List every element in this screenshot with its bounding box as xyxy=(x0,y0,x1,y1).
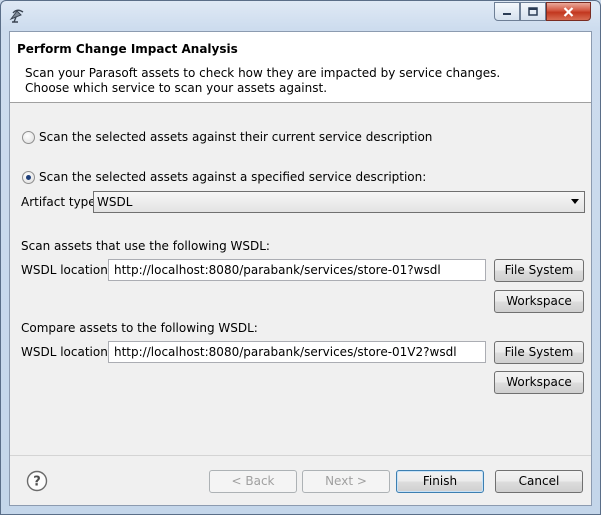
option-specified-label[interactable]: Scan the selected assets against a speci… xyxy=(39,170,426,184)
help-icon: ? xyxy=(26,470,48,495)
scan-wsdl-location-input[interactable]: http://localhost:8080/parabank/services/… xyxy=(108,259,486,281)
dialog-description: Scan your Parasoft assets to check how t… xyxy=(25,66,501,95)
footer-separator xyxy=(10,455,591,456)
compare-location-label: WSDL location: xyxy=(21,345,112,359)
scan-file-system-button[interactable]: File System xyxy=(494,259,584,282)
compare-workspace-button[interactable]: Workspace xyxy=(494,371,584,394)
artifact-type-select[interactable]: WSDL xyxy=(93,191,585,213)
next-button[interactable]: Next > xyxy=(302,470,390,493)
option-current-radio[interactable] xyxy=(22,130,35,144)
close-icon xyxy=(563,6,574,17)
scan-workspace-button[interactable]: Workspace xyxy=(494,290,584,313)
artifact-type-label: Artifact type: xyxy=(21,195,100,209)
title-bar[interactable] xyxy=(1,1,600,31)
option-current-row[interactable]: Scan the selected assets against their c… xyxy=(22,130,432,144)
compare-file-system-button[interactable]: File System xyxy=(494,341,584,364)
close-button[interactable] xyxy=(546,2,591,21)
dialog-title: Perform Change Impact Analysis xyxy=(17,42,238,56)
maximize-button[interactable] xyxy=(520,2,546,21)
help-glyph: ? xyxy=(33,475,41,490)
help-button[interactable]: ? xyxy=(26,470,48,492)
dialog-client: Perform Change Impact Analysis Scan your… xyxy=(9,31,592,506)
window-frame: Perform Change Impact Analysis Scan your… xyxy=(0,0,601,515)
option-current-label[interactable]: Scan the selected assets against their c… xyxy=(39,130,432,144)
minimize-button[interactable] xyxy=(494,2,520,21)
finish-button[interactable]: Finish xyxy=(396,470,484,493)
scan-location-label: WSDL location: xyxy=(21,263,112,277)
cancel-button[interactable]: Cancel xyxy=(495,470,583,493)
back-button[interactable]: < Back xyxy=(209,470,297,493)
minimize-icon xyxy=(502,8,512,16)
dialog-banner: Perform Change Impact Analysis Scan your… xyxy=(10,32,591,103)
option-specified-row[interactable]: Scan the selected assets against a speci… xyxy=(22,170,426,184)
artifact-type-value: WSDL xyxy=(97,195,133,209)
satellite-dish-icon xyxy=(8,6,26,24)
compare-section-heading: Compare assets to the following WSDL: xyxy=(21,321,258,335)
chevron-down-icon xyxy=(571,199,579,204)
option-specified-radio[interactable] xyxy=(22,170,35,184)
maximize-icon xyxy=(528,7,538,16)
compare-wsdl-location-input[interactable]: http://localhost:8080/parabank/services/… xyxy=(108,341,486,363)
scan-section-heading: Scan assets that use the following WSDL: xyxy=(21,239,270,253)
